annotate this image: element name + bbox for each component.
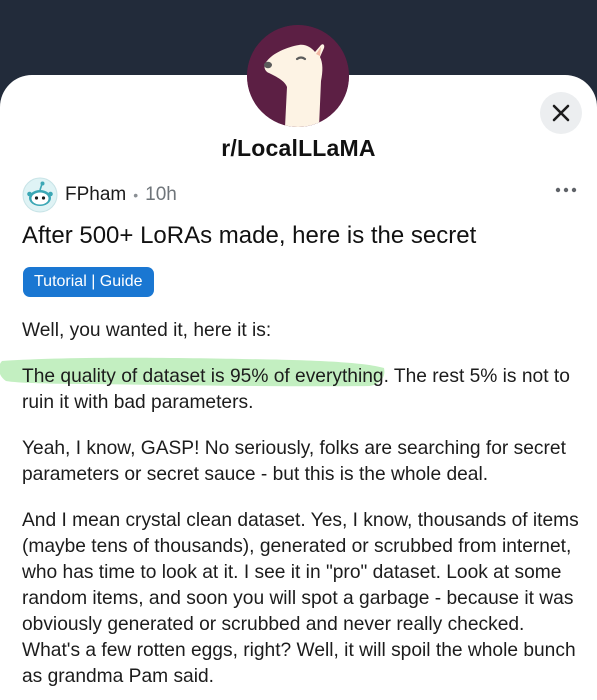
highlighted-text: The quality of dataset is 95% of everyth… [22,366,384,387]
paragraph-4: And I mean crystal clean dataset. Yes, I… [22,510,579,687]
llama-icon [247,25,349,127]
post-title[interactable]: After 500+ LoRAs made, here is the secre… [22,222,476,250]
paragraph-3: Yeah, I know, GASP! No seriously, folks … [22,438,566,485]
community-avatar[interactable] [247,25,349,127]
close-icon [552,104,570,122]
more-options-icon [555,187,577,193]
paragraph-2: The quality of dataset is 95% of everyth… [22,364,587,416]
post-meta: FPham • 10h [22,176,177,214]
paragraph-1: Well, you wanted it, here it is: [22,320,272,341]
close-button[interactable] [540,92,582,134]
meta-separator: • [133,187,139,203]
post-body: Well, you wanted it, here it is: The qua… [22,318,587,700]
post-flair[interactable]: Tutorial | Guide [23,267,154,297]
community-name[interactable]: r/LocalLLaMA [0,135,597,162]
more-options-button[interactable] [546,180,586,200]
author-name[interactable]: FPham [65,184,126,206]
post-time: 10h [145,184,177,205]
author-avatar[interactable] [22,177,58,213]
